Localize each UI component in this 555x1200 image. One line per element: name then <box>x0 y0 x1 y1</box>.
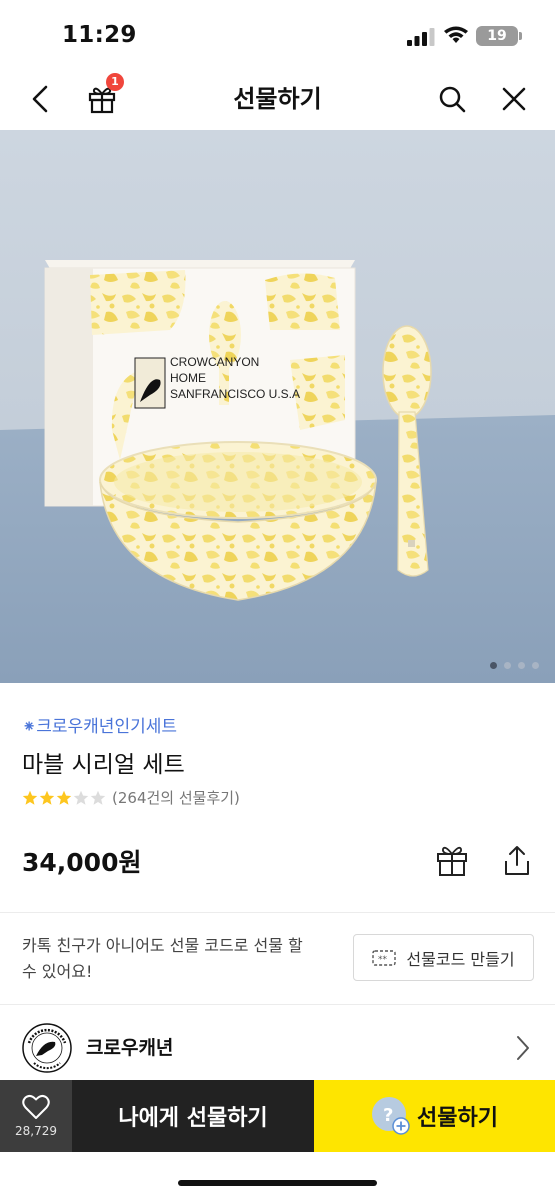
carousel-dot <box>532 662 539 669</box>
star-empty-icon <box>73 790 89 805</box>
rating-row[interactable]: (264건의 선물후기) <box>22 787 240 808</box>
close-button[interactable] <box>492 68 536 130</box>
cellular-signal-icon <box>407 28 435 46</box>
chevron-right-icon <box>517 1036 529 1060</box>
status-time: 11:29 <box>62 22 137 48</box>
close-icon <box>502 87 526 111</box>
product-price: 34,000원 <box>22 848 142 877</box>
section-divider <box>0 1004 555 1005</box>
box-text-home: HOME <box>170 371 206 385</box>
product-name: 마블 시리얼 세트 <box>22 752 185 778</box>
send-gift-label: 선물하기 <box>417 1106 498 1131</box>
share-button[interactable] <box>497 840 537 880</box>
svg-text:**: ** <box>378 955 388 965</box>
carousel-dot <box>504 662 511 669</box>
star-filled-icon <box>39 790 55 805</box>
gift-code-description: 카톡 친구가 아니어도 선물 코드로 선물 할 수 있어요! <box>22 936 303 981</box>
wish-button[interactable]: 28,729 <box>0 1080 72 1152</box>
select-friend-icon: ? <box>372 1097 410 1135</box>
status-bar: 11:29 19 <box>0 0 555 68</box>
review-count: (264건의 선물후기) <box>112 789 240 807</box>
star-rating <box>22 790 106 806</box>
box-text-brand: CROWCANYON <box>170 355 259 369</box>
create-gift-code-button[interactable]: ** 선물코드 만들기 <box>353 934 534 981</box>
battery-nub <box>519 32 522 40</box>
gift-icon <box>437 846 467 876</box>
wish-count: 28,729 <box>15 1124 57 1138</box>
product-category-link[interactable]: ⁕크로우캐년인기세트 <box>22 712 177 737</box>
gift-wishlist-button[interactable] <box>432 840 472 880</box>
search-button[interactable] <box>430 68 474 130</box>
carousel-dot-active <box>490 662 497 669</box>
top-navigation-bar: 1 선물하기 <box>0 68 555 130</box>
carousel-dot <box>518 662 525 669</box>
brand-row[interactable]: 크로우캐년 <box>0 1017 555 1079</box>
send-gift-button[interactable]: ? 선물하기 <box>314 1080 555 1152</box>
product-photo: CROWCANYON HOME SANFRANCISCO U.S.A <box>0 130 555 683</box>
gift-to-myself-button[interactable]: 나에게 선물하기 <box>72 1080 314 1152</box>
share-icon <box>505 846 529 875</box>
carousel-indicator <box>490 662 539 669</box>
section-divider <box>0 912 555 913</box>
battery-level: 19 <box>476 26 518 46</box>
star-empty-icon <box>90 790 106 805</box>
create-gift-code-label: 선물코드 만들기 <box>406 949 515 969</box>
svg-text:?: ? <box>383 1105 393 1126</box>
wifi-icon <box>444 26 468 43</box>
product-image-carousel[interactable]: CROWCANYON HOME SANFRANCISCO U.S.A <box>0 130 555 683</box>
ticket-icon: ** <box>372 949 397 966</box>
heart-icon <box>22 1094 50 1119</box>
search-icon <box>439 86 466 113</box>
brand-logo <box>22 1023 72 1073</box>
star-filled-icon <box>22 790 38 805</box>
home-indicator <box>178 1180 377 1186</box>
star-filled-icon <box>56 790 72 805</box>
bottom-action-bar: 28,729 나에게 선물하기 ? 선물하기 <box>0 1080 555 1152</box>
box-text-city: SANFRANCISCO U.S.A <box>170 387 300 401</box>
brand-name: 크로우캐년 <box>86 1037 174 1059</box>
